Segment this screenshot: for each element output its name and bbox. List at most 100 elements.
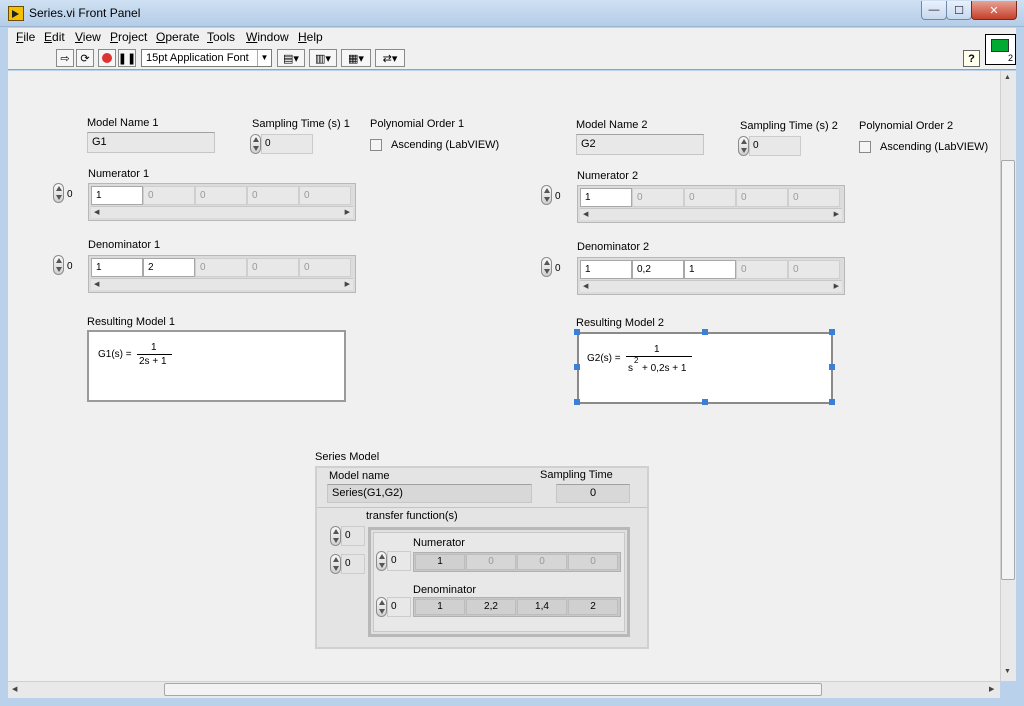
resulting-model-1-label: Resulting Model 1 bbox=[87, 316, 176, 328]
run-continuously-icon[interactable]: ⟳ bbox=[76, 49, 94, 67]
numerator-2-array: 1 0 0 0 0 ◀ ▶ bbox=[577, 185, 845, 223]
menu-tools[interactable]: Tools bbox=[207, 30, 235, 44]
denominator-2-cell[interactable]: 0,2 bbox=[632, 260, 684, 279]
numerator-1-cell[interactable]: 0 bbox=[195, 186, 247, 205]
denominator-1-cell[interactable]: 0 bbox=[247, 258, 299, 277]
numerator-1-index-stepper[interactable] bbox=[53, 183, 64, 203]
context-help-button[interactable]: ? bbox=[963, 50, 980, 67]
vi-connector-icon[interactable]: 2 bbox=[985, 34, 1016, 65]
transfer-function-element bbox=[373, 532, 625, 632]
maximize-button[interactable]: ☐ bbox=[946, 1, 972, 20]
horizontal-scroll-thumb[interactable] bbox=[164, 683, 822, 696]
scroll-up-icon[interactable]: ▲ bbox=[1004, 74, 1011, 81]
denominator-1-index-stepper[interactable] bbox=[53, 255, 64, 275]
run-arrow-icon[interactable]: ⇨ bbox=[56, 49, 74, 67]
sampling-time-1-stepper[interactable] bbox=[250, 134, 261, 154]
selection-handle[interactable] bbox=[702, 399, 708, 405]
font-select[interactable]: 15pt Application Font ▼ bbox=[141, 49, 272, 67]
numerator-1-index[interactable]: 0 bbox=[67, 189, 73, 200]
pause-icon[interactable]: ❚❚ bbox=[118, 49, 136, 67]
sampling-time-2-input[interactable]: 0 bbox=[749, 136, 801, 156]
menu-operate[interactable]: Operate bbox=[156, 30, 199, 44]
minimize-button[interactable]: — bbox=[921, 1, 947, 20]
numerator-2-cell[interactable]: 0 bbox=[736, 188, 788, 207]
vertical-scroll-thumb[interactable] bbox=[1001, 160, 1015, 580]
denominator-1-scrollbar[interactable]: ◀ ▶ bbox=[91, 278, 353, 290]
reorder-icon[interactable]: ⇄▾ bbox=[375, 49, 405, 67]
ascending-2-checkbox[interactable] bbox=[859, 141, 871, 153]
tf-index-1[interactable]: 0 bbox=[341, 526, 365, 546]
menu-edit[interactable]: Edit bbox=[44, 30, 65, 44]
denominator-2-cell[interactable]: 0 bbox=[788, 260, 840, 279]
denominator-2-cell[interactable]: 1 bbox=[684, 260, 736, 279]
model-name-2-input[interactable]: G2 bbox=[576, 134, 704, 155]
numerator-2-index-stepper[interactable] bbox=[541, 185, 552, 205]
abort-icon[interactable] bbox=[98, 49, 116, 67]
menu-file[interactable]: File bbox=[16, 30, 35, 44]
menu-project[interactable]: Project bbox=[110, 30, 147, 44]
numerator-1-cell[interactable]: 1 bbox=[91, 186, 143, 205]
denominator-2-index-stepper[interactable] bbox=[541, 257, 552, 277]
numerator-2-cell[interactable]: 0 bbox=[788, 188, 840, 207]
numerator-1-cell[interactable]: 0 bbox=[143, 186, 195, 205]
denominator-2-array: 1 0,2 1 0 0 ◀ ▶ bbox=[577, 257, 845, 295]
ascending-1-checkbox[interactable] bbox=[370, 139, 382, 151]
numerator-1-cell[interactable]: 0 bbox=[247, 186, 299, 205]
font-select-value: 15pt Application Font bbox=[146, 52, 249, 64]
distribute-objects-icon[interactable]: ▥▾ bbox=[309, 49, 337, 67]
series-sampling-time-label: Sampling Time bbox=[540, 469, 613, 481]
sampling-time-2-stepper[interactable] bbox=[738, 136, 749, 156]
numerator-2-cell[interactable]: 0 bbox=[632, 188, 684, 207]
series-numerator-index-stepper[interactable] bbox=[376, 551, 387, 571]
denominator-2-index[interactable]: 0 bbox=[555, 263, 561, 274]
series-denominator-cell: 2,2 bbox=[466, 599, 516, 615]
denominator-1-cell[interactable]: 1 bbox=[91, 258, 143, 277]
numerator-2-label: Numerator 2 bbox=[577, 170, 639, 182]
denominator-1-label: Denominator 1 bbox=[88, 239, 161, 251]
close-button[interactable]: ✕ bbox=[971, 1, 1017, 20]
denominator-1-cell[interactable]: 0 bbox=[195, 258, 247, 277]
selection-handle[interactable] bbox=[702, 329, 708, 335]
scroll-down-icon[interactable]: ▼ bbox=[1004, 668, 1011, 675]
sampling-time-1-label: Sampling Time (s) 1 bbox=[252, 118, 350, 130]
numerator-2-cell[interactable]: 0 bbox=[684, 188, 736, 207]
result-1-denominator: 2s + 1 bbox=[139, 356, 167, 367]
align-objects-icon[interactable]: ▤▾ bbox=[277, 49, 305, 67]
numerator-1-scrollbar[interactable]: ◀ ▶ bbox=[91, 206, 353, 218]
numerator-1-cell[interactable]: 0 bbox=[299, 186, 351, 205]
series-denominator-index-stepper[interactable] bbox=[376, 597, 387, 617]
resize-objects-icon[interactable]: ▦▾ bbox=[341, 49, 371, 67]
numerator-2-scrollbar[interactable]: ◀ ▶ bbox=[580, 208, 842, 220]
tf-index-2-stepper[interactable] bbox=[330, 554, 341, 574]
tf-index-2[interactable]: 0 bbox=[341, 554, 365, 574]
denominator-1-cell[interactable]: 2 bbox=[143, 258, 195, 277]
denominator-1-index[interactable]: 0 bbox=[67, 261, 73, 272]
numerator-2-cell[interactable]: 1 bbox=[580, 188, 632, 207]
selection-handle[interactable] bbox=[829, 399, 835, 405]
denominator-2-scrollbar[interactable]: ◀ ▶ bbox=[580, 280, 842, 292]
numerator-2-index[interactable]: 0 bbox=[555, 191, 561, 202]
scroll-right-icon[interactable]: ▶ bbox=[989, 685, 994, 693]
tf-index-1-stepper[interactable] bbox=[330, 526, 341, 546]
selection-handle[interactable] bbox=[574, 364, 580, 370]
model-name-1-input[interactable]: G1 bbox=[87, 132, 215, 153]
selection-handle[interactable] bbox=[829, 329, 835, 335]
denominator-2-cell[interactable]: 1 bbox=[580, 260, 632, 279]
selection-handle[interactable] bbox=[574, 329, 580, 335]
vi-icon-number: 2 bbox=[1007, 53, 1013, 63]
sampling-time-1-input[interactable]: 0 bbox=[261, 134, 313, 154]
series-numerator-cell: 1 bbox=[415, 554, 465, 570]
denominator-1-cell[interactable]: 0 bbox=[299, 258, 351, 277]
menu-view[interactable]: View bbox=[75, 30, 101, 44]
menu-window[interactable]: Window bbox=[246, 30, 289, 44]
selection-handle[interactable] bbox=[574, 399, 580, 405]
series-denominator-index[interactable]: 0 bbox=[387, 597, 411, 617]
series-numerator-index[interactable]: 0 bbox=[387, 551, 411, 571]
menu-help[interactable]: Help bbox=[298, 30, 323, 44]
result-2-lhs: G2(s) = bbox=[587, 353, 621, 364]
selection-handle[interactable] bbox=[829, 364, 835, 370]
model-name-2-label: Model Name 2 bbox=[576, 119, 648, 131]
resulting-model-2-display[interactable]: G2(s) = 1 s 2 + 0,2s + 1 bbox=[577, 332, 833, 404]
denominator-2-cell[interactable]: 0 bbox=[736, 260, 788, 279]
scroll-left-icon[interactable]: ◀ bbox=[12, 685, 17, 693]
